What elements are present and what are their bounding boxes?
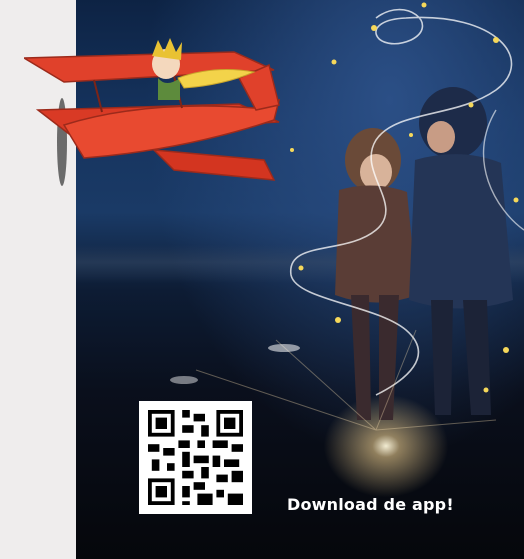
qr-code-icon — [148, 410, 243, 505]
download-app-text[interactable]: Download de app! — [287, 495, 454, 514]
qr-code[interactable] — [139, 401, 252, 514]
child-right-figure — [409, 87, 513, 415]
red-airplane-illustration — [24, 38, 281, 186]
